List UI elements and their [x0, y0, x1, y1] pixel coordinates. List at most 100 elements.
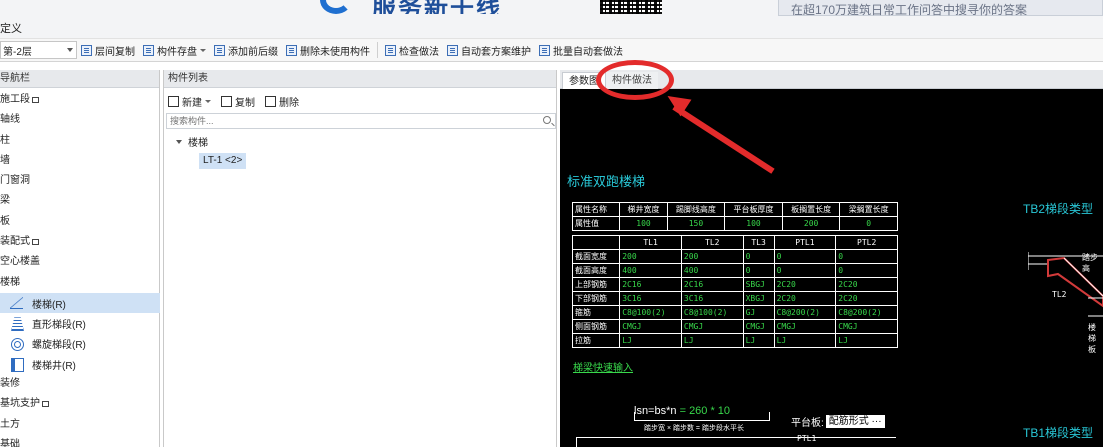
nav-sub-straight-flight[interactable]: 直形梯段(R) [0, 313, 160, 333]
rebar-form-button[interactable]: 配筋形式 ··· [825, 415, 885, 428]
nav-item-axis[interactable]: 轴线 [0, 110, 160, 130]
table-value-cell[interactable]: 200 [781, 216, 841, 231]
table-value-cell[interactable]: 2C20 [773, 291, 837, 306]
nav-item-prefab[interactable]: 装配式 [0, 232, 160, 252]
table-value-cell[interactable]: 400 [619, 263, 682, 278]
table-value-cell[interactable]: 200 [680, 249, 744, 264]
table-row: TL1 TL2 TL3 PTL1 PTL2 [571, 235, 898, 250]
table-value-cell[interactable]: 200 [619, 249, 682, 264]
nav-item-pit-support[interactable]: 基坑支护 [0, 394, 160, 414]
search-icon[interactable] [543, 116, 551, 124]
add-prefix-suffix-button[interactable]: 添加前后缀 [210, 40, 282, 60]
highlight-ring [596, 60, 674, 100]
nav-item-foundation[interactable]: 基础 [0, 435, 160, 447]
table-value-cell[interactable]: GJ [742, 305, 775, 320]
table-value-cell[interactable]: 2C20 [835, 277, 898, 292]
table-value-cell[interactable]: 400 [680, 263, 744, 278]
batch-icon [539, 44, 550, 56]
nav-item-wall[interactable]: 墙 [0, 151, 160, 171]
table-value-cell[interactable]: 100 [724, 216, 783, 231]
floor-select[interactable]: 第-2层 [0, 41, 77, 59]
trash-icon [265, 95, 276, 107]
tree-node-lt-1[interactable]: LT-1 <2> [199, 153, 247, 169]
table-row-label: 下部钢筋 [571, 291, 621, 306]
table-value-cell[interactable]: 0 [773, 249, 837, 264]
table-value-cell[interactable]: 2C16 [680, 277, 744, 292]
nav-item-earthwork[interactable]: 土方 [0, 415, 160, 435]
table-value-cell[interactable]: 100 [619, 216, 668, 231]
table-value-cell[interactable]: 0 [835, 249, 898, 264]
table-value-cell[interactable]: SBGJ [742, 277, 775, 292]
check-method-button[interactable]: 检查做法 [381, 40, 443, 60]
tree-node-stairs[interactable]: 楼梯 [176, 134, 208, 149]
table-value-cell[interactable]: LJ [835, 333, 898, 348]
table-value-cell[interactable]: C8@100(2) [619, 305, 682, 320]
table-value-cell[interactable]: LJ [619, 333, 682, 348]
nav-item-column[interactable]: 柱 [0, 131, 160, 151]
table-value-cell[interactable]: 0 [742, 249, 775, 264]
table-row: 上部钢筋 2C16 2C16 SBGJ 2C20 2C20 [571, 277, 898, 292]
table-row: 属性名称 梯井宽度 踢脚线高度 平台板厚度 板搁置长度 梁搁置长度 [571, 202, 898, 217]
nav-item-stairs[interactable]: 楼梯 [0, 273, 160, 293]
nav-item-door-window[interactable]: 门窗洞 [0, 171, 160, 191]
copy-floor-button[interactable]: 层间复制 [77, 40, 139, 60]
nav-item-construction-section[interactable]: 施工段 [0, 90, 160, 110]
nav-sub-stair[interactable]: 楼梯(R) [0, 292, 160, 314]
delete-component-button[interactable]: 删除 [265, 94, 299, 109]
table-value-cell[interactable]: LJ [742, 333, 775, 348]
table-value-cell[interactable]: CMGJ [742, 319, 775, 334]
save-component-button[interactable]: 构件存盘 [139, 40, 210, 60]
table-value-cell[interactable]: 0 [773, 263, 837, 278]
table-value-cell[interactable]: C8@200(2) [773, 305, 837, 320]
stairwell-icon [8, 357, 26, 372]
ad-banner[interactable]: 服务新干线 [320, 0, 560, 14]
table-value-cell[interactable]: CMGJ [773, 319, 837, 334]
auto-scheme-icon [447, 44, 458, 56]
table-value-cell[interactable]: 2C16 [619, 277, 682, 292]
table-value-cell[interactable]: 2C20 [835, 291, 898, 306]
table-value-cell[interactable]: 2C20 [773, 277, 837, 292]
component-search [166, 113, 556, 129]
table-value-cell[interactable]: 3C16 [619, 291, 682, 306]
nav-item-beam[interactable]: 梁 [0, 191, 160, 211]
table-value-cell[interactable]: CMGJ [619, 319, 682, 334]
copy-component-button[interactable]: 复制 [221, 94, 255, 109]
delete-unused-icon [286, 44, 297, 56]
main-toolbar: 第-2层 层间复制 构件存盘 添加前后缀 删除未使用构件 检查做法 自动套方案维… [0, 38, 1103, 62]
nav-sub-stairwell[interactable]: 楼梯井(R) [0, 354, 160, 374]
table-value-cell[interactable]: 3C16 [680, 291, 744, 306]
table-value-cell[interactable]: LJ [773, 333, 837, 348]
tb2-type-title: TB2梯段类型 [1023, 202, 1094, 216]
table-value-cell[interactable]: 0 [839, 216, 898, 231]
table-value-cell[interactable]: LJ [680, 333, 744, 348]
table-value-cell[interactable]: CMGJ [835, 319, 898, 334]
step-length-value[interactable]: 260 * 10 [689, 405, 730, 417]
table-value-cell[interactable]: 0 [835, 263, 898, 278]
batch-auto-button[interactable]: 批量自动套做法 [535, 40, 627, 60]
ad-search-box[interactable]: 在超170万建筑日常工作问答中搜寻你的答案 [778, 0, 1103, 17]
nav-item-decoration[interactable]: 装修 [0, 374, 160, 394]
table-row-label: 箍筋 [571, 305, 621, 320]
table-value-cell[interactable]: 0 [742, 263, 775, 278]
table-value-cell[interactable]: C8@100(2) [680, 305, 744, 320]
nav-panel-header: 导航栏 [0, 70, 159, 88]
new-component-button[interactable]: 新建 [168, 94, 211, 109]
nav-item-slab[interactable]: 板 [0, 212, 160, 232]
ad-search-text: 在超170万建筑日常工作问答中搜寻你的答案 [791, 3, 1028, 17]
ad-brand-text: 服务新干线 [372, 0, 502, 14]
beam-quick-input-link[interactable]: 梯梁快速输入 [573, 359, 633, 374]
table-row: 下部钢筋 3C16 3C16 XBGJ 2C20 2C20 [571, 291, 898, 306]
check-icon [385, 44, 396, 56]
table-value-cell[interactable]: 150 [666, 216, 726, 231]
table-value-cell[interactable]: XBGJ [742, 291, 775, 306]
table-value-cell[interactable]: CMGJ [680, 319, 744, 334]
delete-unused-button[interactable]: 删除未使用构件 [282, 40, 374, 60]
expand-caret-icon[interactable] [176, 139, 182, 144]
component-search-input[interactable] [167, 114, 527, 128]
nav-list: 施工段 轴线 柱 墙 门窗洞 梁 板 装配式 空心楼盖 楼梯 楼梯(R) 直形梯… [0, 90, 160, 447]
nav-item-hollow-floor[interactable]: 空心楼盖 [0, 252, 160, 272]
spiral-flight-icon [8, 337, 26, 351]
auto-scheme-button[interactable]: 自动套方案维护 [443, 40, 535, 60]
table-value-cell[interactable]: C8@200(2) [835, 305, 898, 320]
nav-sub-spiral-flight[interactable]: 螺旋梯段(R) [0, 334, 160, 354]
